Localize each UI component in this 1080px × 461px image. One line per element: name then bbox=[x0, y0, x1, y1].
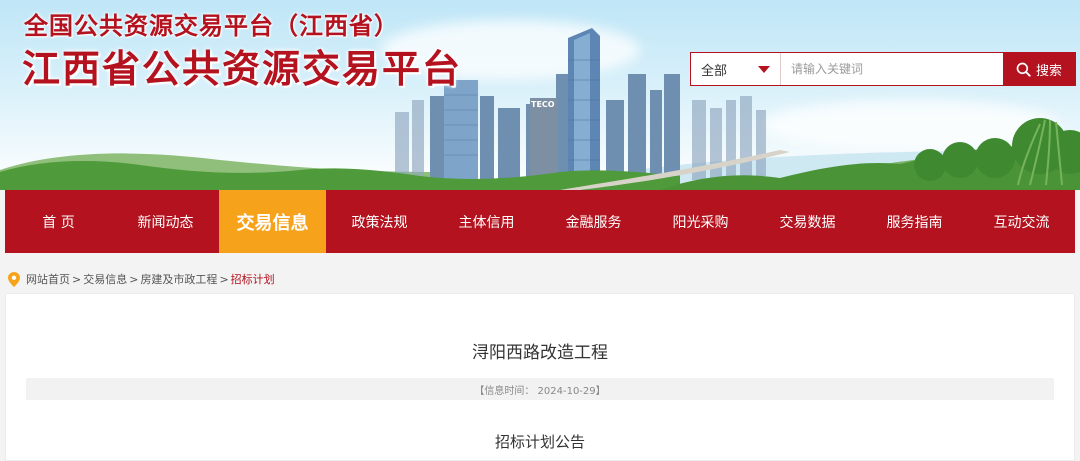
site-title: 江西省公共资源交易平台 bbox=[22, 47, 463, 91]
breadcrumb-link-construction[interactable]: 房建及市政工程 bbox=[140, 271, 217, 287]
article-meta: 【信息时间： 2024-10-29】 bbox=[26, 378, 1054, 400]
breadcrumb-link-trading-info[interactable]: 交易信息 bbox=[83, 271, 127, 287]
nav-item-label: 新闻动态 bbox=[137, 214, 194, 231]
search-button-label: 搜索 bbox=[1035, 63, 1062, 79]
nav-item-label: 政策法规 bbox=[351, 214, 408, 231]
breadcrumb-separator: > bbox=[72, 272, 82, 286]
nav-item-interaction[interactable]: 互动交流 bbox=[968, 190, 1075, 253]
article-panel: 浔阳西路改造工程 【信息时间： 2024-10-29】 招标计划公告 bbox=[5, 293, 1075, 461]
svg-text:TECO: TECO bbox=[531, 100, 555, 109]
nav-item-guide[interactable]: 服务指南 bbox=[861, 190, 968, 253]
breadcrumb-separator: > bbox=[129, 272, 139, 286]
article-date: 【信息时间： 2024-10-29】 bbox=[474, 385, 606, 397]
nav-item-label: 互动交流 bbox=[993, 214, 1050, 231]
nav-item-trading-info[interactable]: 交易信息 bbox=[219, 190, 326, 253]
breadcrumb-separator: > bbox=[219, 272, 229, 286]
nav-item-data[interactable]: 交易数据 bbox=[754, 190, 861, 253]
nav-item-policies[interactable]: 政策法规 bbox=[326, 190, 433, 253]
article-subtitle: 招标计划公告 bbox=[494, 433, 585, 451]
breadcrumb: 网站首页 > 交易信息 > 房建及市政工程 > 招标计划 bbox=[8, 271, 275, 287]
article-title: 浔阳西路改造工程 bbox=[472, 343, 608, 363]
search-scope-value: 全部 bbox=[701, 63, 728, 79]
breadcrumb-link-home[interactable]: 网站首页 bbox=[26, 271, 70, 287]
nav-item-label: 阳光采购 bbox=[672, 214, 729, 231]
nav-item-label: 交易数据 bbox=[779, 214, 836, 231]
nav-item-news[interactable]: 新闻动态 bbox=[112, 190, 219, 253]
nav-item-label: 服务指南 bbox=[886, 214, 943, 231]
nav-item-label: 主体信用 bbox=[458, 214, 515, 231]
nav-item-label: 金融服务 bbox=[565, 214, 622, 231]
header-banner: TECO 全国公共资源交易平台（江西省） 江西省公共资源交易平台 全部 请输入关… bbox=[0, 0, 1080, 190]
search-scope-select[interactable]: 全部 bbox=[691, 53, 781, 85]
search-button[interactable]: 搜索 bbox=[1003, 53, 1075, 85]
site-supertitle: 全国公共资源交易平台（江西省） bbox=[24, 12, 399, 40]
location-pin-icon bbox=[8, 271, 20, 287]
chevron-down-icon bbox=[758, 65, 770, 73]
nav-item-procurement[interactable]: 阳光采购 bbox=[647, 190, 754, 253]
breadcrumb-current[interactable]: 招标计划 bbox=[231, 271, 275, 287]
nav-item-credit[interactable]: 主体信用 bbox=[433, 190, 540, 253]
nav-item-home[interactable]: 首 页 bbox=[5, 190, 112, 253]
search-bar: 全部 搜索 bbox=[690, 52, 1076, 86]
nav-item-label: 首 页 bbox=[42, 214, 75, 231]
search-input[interactable] bbox=[781, 53, 1003, 85]
nav-item-label: 交易信息 bbox=[236, 212, 309, 234]
nav-item-finance[interactable]: 金融服务 bbox=[540, 190, 647, 253]
main-nav: 首 页 新闻动态 交易信息 政策法规 主体信用 金融服务 阳光采购 交易数据 服… bbox=[5, 190, 1075, 253]
search-icon bbox=[1016, 62, 1031, 77]
